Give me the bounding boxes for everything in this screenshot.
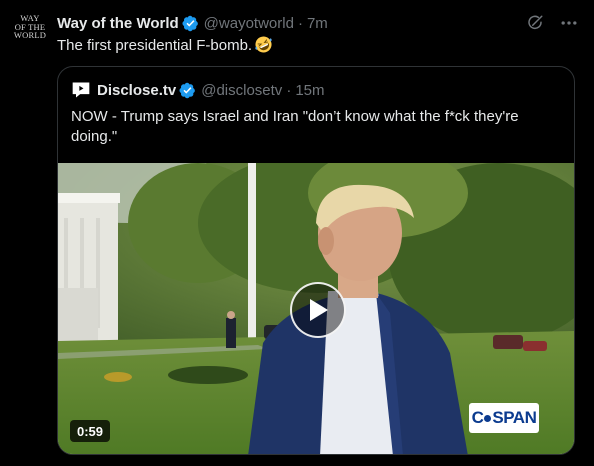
c-span-watermark: C SPAN: [469, 403, 539, 433]
quoted-post-time[interactable]: 15m: [295, 82, 324, 99]
disclose-tv-logo-icon[interactable]: [71, 80, 91, 100]
post-text: The first presidential F-bomb.: [57, 36, 272, 54]
author-name[interactable]: Way of the World: [57, 15, 179, 32]
author-handle[interactable]: @wayotworld: [204, 15, 294, 32]
quoted-author-handle[interactable]: @disclosetv: [201, 82, 282, 99]
verified-badge-icon: [182, 15, 198, 31]
quoted-post-header: Disclose.tv @disclosetv · 15m: [71, 79, 325, 101]
play-button[interactable]: [290, 282, 346, 338]
watermark-prefix: C: [471, 408, 484, 427]
more-button[interactable]: [558, 12, 580, 34]
verified-badge-icon: [179, 82, 196, 98]
separator-dot: ·: [297, 14, 303, 32]
post[interactable]: WAY OF THE WORLD Way of the World @wayot…: [0, 0, 594, 466]
post-text-content: The first presidential F-bomb.: [57, 37, 253, 54]
post-actions: [524, 12, 580, 34]
rolling-on-floor-laughing-emoji: [255, 36, 272, 53]
quoted-author-name[interactable]: Disclose.tv: [97, 82, 176, 99]
quoted-post[interactable]: Disclose.tv @disclosetv · 15m NOW - Trum…: [57, 66, 575, 455]
quoted-post-text: NOW - Trump says Israel and Iran "don’t …: [71, 108, 519, 145]
watermark-dot: [484, 414, 492, 422]
avatar[interactable]: WAY OF THE WORLD: [8, 14, 52, 48]
grok-button[interactable]: [524, 12, 546, 34]
video-duration: 0:59: [70, 420, 111, 442]
play-icon: [310, 299, 328, 321]
video-player[interactable]: 0:59 C SPAN: [58, 163, 574, 454]
grok-icon: [528, 15, 543, 30]
post-header: Way of the World @wayotworld · 7m: [57, 13, 328, 33]
avatar-line: WORLD: [13, 30, 47, 41]
separator-dot: ·: [286, 81, 292, 99]
more-dots-icon: [561, 21, 577, 25]
watermark-text: SPAN: [492, 408, 537, 427]
post-time[interactable]: 7m: [307, 15, 328, 32]
